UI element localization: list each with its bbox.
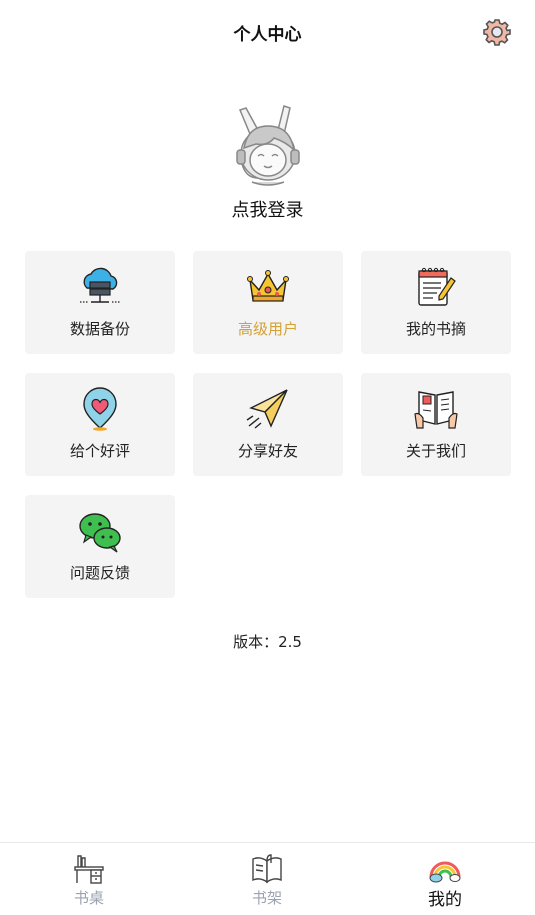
profile-section[interactable]: 点我登录	[0, 104, 535, 224]
menu-item-rate-us[interactable]: 给个好评	[25, 373, 175, 476]
top-bar: 个人中心	[0, 0, 535, 64]
notepad-pencil-icon	[418, 267, 456, 306]
menu-item-label: 分享好友	[237, 442, 298, 460]
bottom-tab-bar: 书桌 书架 我的	[0, 842, 535, 915]
menu-item-label: 数据备份	[69, 320, 130, 338]
menu-item-feedback[interactable]: 问题反馈	[25, 495, 175, 598]
wechat-icon	[79, 513, 121, 553]
tab-mine[interactable]: 我的	[356, 843, 534, 915]
menu-item-my-excerpts[interactable]: 我的书摘	[361, 251, 511, 354]
desk-icon	[74, 855, 104, 884]
tab-desk[interactable]: 书桌	[0, 843, 178, 915]
avatar[interactable]	[228, 104, 308, 188]
login-link[interactable]: 点我登录	[0, 196, 535, 222]
heart-pin-icon	[83, 387, 117, 431]
menu-item-label: 关于我们	[405, 442, 466, 460]
profile-page: 个人中心 点我登录 数据备份 高级用户 我的书摘 给个好评 分享好友 关于我们 …	[0, 0, 535, 915]
open-book-hands-icon	[414, 391, 458, 429]
menu-item-label: 给个好评	[69, 442, 130, 460]
version-text: 版本：2.5	[233, 633, 302, 651]
tab-label: 我的	[428, 890, 462, 910]
cloud-server-icon	[80, 267, 120, 303]
page-title: 个人中心	[233, 25, 302, 45]
gear-icon[interactable]	[482, 17, 512, 47]
crown-icon	[247, 270, 289, 302]
menu-item-label: 我的书摘	[405, 320, 466, 338]
menu-item-share[interactable]: 分享好友	[193, 373, 343, 476]
tab-label: 书桌	[73, 889, 104, 907]
paper-plane-icon	[246, 389, 288, 429]
tab-bookshelf[interactable]: 书架	[178, 843, 356, 915]
menu-item-about-us[interactable]: 关于我们	[361, 373, 511, 476]
menu-item-label: 高级用户	[237, 320, 298, 338]
menu-item-premium[interactable]: 高级用户	[193, 251, 343, 354]
tab-label: 书架	[251, 889, 282, 907]
rainbow-icon	[429, 861, 461, 883]
menu-item-label: 问题反馈	[69, 564, 130, 582]
open-book-icon	[252, 854, 282, 884]
menu-item-data-backup[interactable]: 数据备份	[25, 251, 175, 354]
